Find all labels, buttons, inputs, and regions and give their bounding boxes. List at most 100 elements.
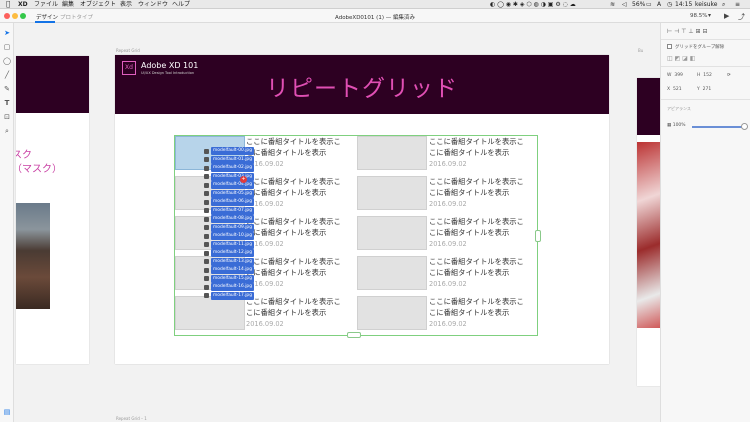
artboard-label-main[interactable]: Repeat Grid: [116, 48, 140, 53]
share-icon[interactable]: ⤴: [738, 12, 745, 22]
y-field[interactable]: Y 271: [697, 87, 711, 92]
selection-label: Repeat Grid – 1: [116, 416, 147, 421]
file-name: modelfault-13.jpg: [211, 257, 254, 266]
grid-item-date[interactable]: 2016.09.02: [429, 240, 467, 248]
image-file-icon: [204, 267, 209, 273]
menu-object[interactable]: オブジェクト: [80, 0, 116, 9]
tab-prototype[interactable]: プロトタイプ: [60, 13, 93, 21]
width-field[interactable]: W 399: [667, 73, 683, 78]
boolean-ops-icons[interactable]: ◫ ◩ ◪ ◧: [667, 55, 695, 62]
dragged-file: modelfault-05.jpg: [204, 189, 254, 198]
x-value: 521: [672, 87, 682, 92]
height-field[interactable]: H 152: [697, 73, 712, 78]
ungroup-grid-label: グリッドをグループ解除: [675, 45, 725, 50]
battery-icon[interactable]: ▭: [646, 0, 652, 9]
grid-item-title[interactable]: ここに番組タイトルを表示こ こに番組タイトルを表示: [429, 216, 537, 238]
artboard-tool-icon[interactable]: ⊡: [3, 113, 11, 121]
clock[interactable]: 14:15: [675, 0, 692, 9]
canvas[interactable]: Repeat Grid Bu Repeat Grid – 1 スク （マスク） …: [14, 23, 660, 422]
grid-resize-handle-bottom[interactable]: [347, 332, 361, 338]
pen-tool-icon[interactable]: ✎: [3, 85, 11, 93]
zoom-dropdown-icon[interactable]: ▾: [708, 12, 711, 19]
apple-menu-icon[interactable]: : [6, 0, 10, 9]
grid-item-title[interactable]: ここに番組タイトルを表示こ こに番組タイトルを表示: [429, 256, 537, 278]
opacity-value: 100%: [672, 123, 686, 128]
menu-help[interactable]: ヘルプ: [172, 0, 190, 9]
artboard-left[interactable]: スク （マスク）: [16, 56, 89, 364]
grid-item-title-line1: ここに番組タイトルを表示こ: [246, 257, 341, 266]
status-icons[interactable]: ◐ ◯ ◉ ✱ ◈ ⬡ ◍ ◑ ▣ ⚙ ◌ ☁: [490, 0, 576, 9]
grid-resize-handle-right[interactable]: [535, 230, 541, 242]
grid-item-title[interactable]: ここに番組タイトルを表示こ こに番組タイトルを表示: [429, 296, 537, 318]
grid-item-image[interactable]: [357, 256, 427, 290]
battery-percent[interactable]: 56%: [632, 0, 645, 9]
play-preview-icon[interactable]: ▶: [724, 12, 729, 20]
width-label: W: [667, 73, 672, 78]
file-name: modelfault-02.jpg: [211, 164, 254, 172]
menu-file[interactable]: ファイル: [34, 0, 58, 9]
grid-item-image[interactable]: [357, 296, 427, 330]
layers-icon[interactable]: ▤: [3, 408, 11, 416]
grid-item-title[interactable]: ここに番組タイトルを表示こ こに番組タイトルを表示: [246, 296, 354, 318]
grid-item-image[interactable]: [357, 136, 427, 170]
x-label: X: [667, 87, 671, 92]
zoom-level[interactable]: 98.5%: [690, 13, 707, 19]
select-tool-icon[interactable]: ➤: [3, 29, 11, 37]
grid-item-date[interactable]: 2016.09.02: [429, 200, 467, 208]
grid-item-title[interactable]: ここに番組タイトルを表示こ こに番組タイトルを表示: [429, 176, 537, 198]
grid-item-date[interactable]: 2016.09.02: [246, 320, 284, 328]
menu-edit[interactable]: 編集: [62, 0, 74, 9]
artboard-right[interactable]: [637, 78, 660, 386]
panel-divider: [661, 99, 750, 100]
grid-item-title-line1: ここに番組タイトルを表示こ: [429, 297, 524, 306]
zoom-tool-icon[interactable]: ⌕: [3, 127, 11, 135]
hero-banner: Xd Adobe XD 101 UI/UX Design Tool Introd…: [115, 55, 609, 114]
panel-divider: [661, 66, 750, 67]
text-tool-icon[interactable]: T: [3, 99, 11, 107]
grid-item-title[interactable]: ここに番組タイトルを表示こ こに番組タイトルを表示: [429, 136, 537, 158]
artboard-label-right[interactable]: Bu: [638, 48, 643, 53]
dragged-file: modelfault-02.jpg: [204, 164, 254, 172]
grid-item-title[interactable]: ここに番組タイトルを表示こ こに番組タイトルを表示: [246, 136, 354, 158]
notification-icon[interactable]: ≡: [735, 0, 740, 9]
align-icons[interactable]: ⊢ ⊣ ⊤ ⊥ ⊞ ⊟: [667, 28, 708, 35]
hero-heading: リピートグリッド: [266, 76, 458, 102]
ellipse-tool-icon[interactable]: ◯: [3, 57, 11, 65]
dragged-file-list[interactable]: modelfault-00.jpg modelfault-01.jpg mode…: [204, 147, 254, 300]
dragged-file: modelfault-13.jpg: [204, 257, 254, 266]
user-name[interactable]: keisuke: [695, 0, 718, 9]
file-name: modelfault-05.jpg: [211, 189, 254, 198]
grid-item-date[interactable]: 2016.09.02: [429, 160, 467, 168]
grid-item-title-line2: こに番組タイトルを表示: [429, 148, 510, 157]
image-file-icon: [204, 293, 209, 298]
menu-view[interactable]: 表示: [120, 0, 132, 9]
rectangle-tool-icon[interactable]: ▢: [3, 43, 11, 51]
x-field[interactable]: X 521: [667, 87, 682, 92]
flag-icon[interactable]: A: [657, 0, 661, 9]
opacity-field[interactable]: ▦ 100%: [667, 123, 686, 128]
image-file-icon: [204, 157, 209, 162]
menu-window[interactable]: ウィンドウ: [138, 0, 168, 9]
rotate-icon[interactable]: ⟳: [727, 73, 731, 78]
ungroup-grid-button[interactable]: グリッドをグループ解除: [667, 44, 724, 50]
grid-item-title[interactable]: ここに番組タイトルを表示こ こに番組タイトルを表示: [246, 216, 354, 238]
wifi-icon[interactable]: ≋: [610, 0, 615, 9]
grid-item-image[interactable]: [357, 176, 427, 210]
dragged-file: modelfault-04.jpg: [204, 181, 254, 189]
spotlight-icon[interactable]: ⌕: [722, 0, 725, 9]
grid-item-title[interactable]: ここに番組タイトルを表示こ こに番組タイトルを表示: [246, 256, 354, 278]
grid-item-title-line2: こに番組タイトルを表示: [429, 268, 510, 277]
grid-item-image[interactable]: [357, 216, 427, 250]
artboard-right-header: [637, 78, 660, 135]
tab-design[interactable]: デザイン: [36, 13, 58, 21]
grid-item-image[interactable]: [175, 296, 245, 330]
line-tool-icon[interactable]: ╱: [3, 71, 11, 79]
menu-app-name[interactable]: XD: [18, 0, 28, 9]
artboard-left-photo: [16, 203, 50, 309]
opacity-slider-thumb[interactable]: [741, 123, 748, 130]
grid-item-title[interactable]: ここに番組タイトルを表示こ こに番組タイトルを表示: [246, 176, 354, 198]
grid-item-date[interactable]: 2016.09.02: [429, 320, 467, 328]
grid-item-date[interactable]: 2016.09.02: [429, 280, 467, 288]
artboard-main[interactable]: Xd Adobe XD 101 UI/UX Design Tool Introd…: [115, 55, 609, 364]
volume-icon[interactable]: ◁: [622, 0, 627, 9]
